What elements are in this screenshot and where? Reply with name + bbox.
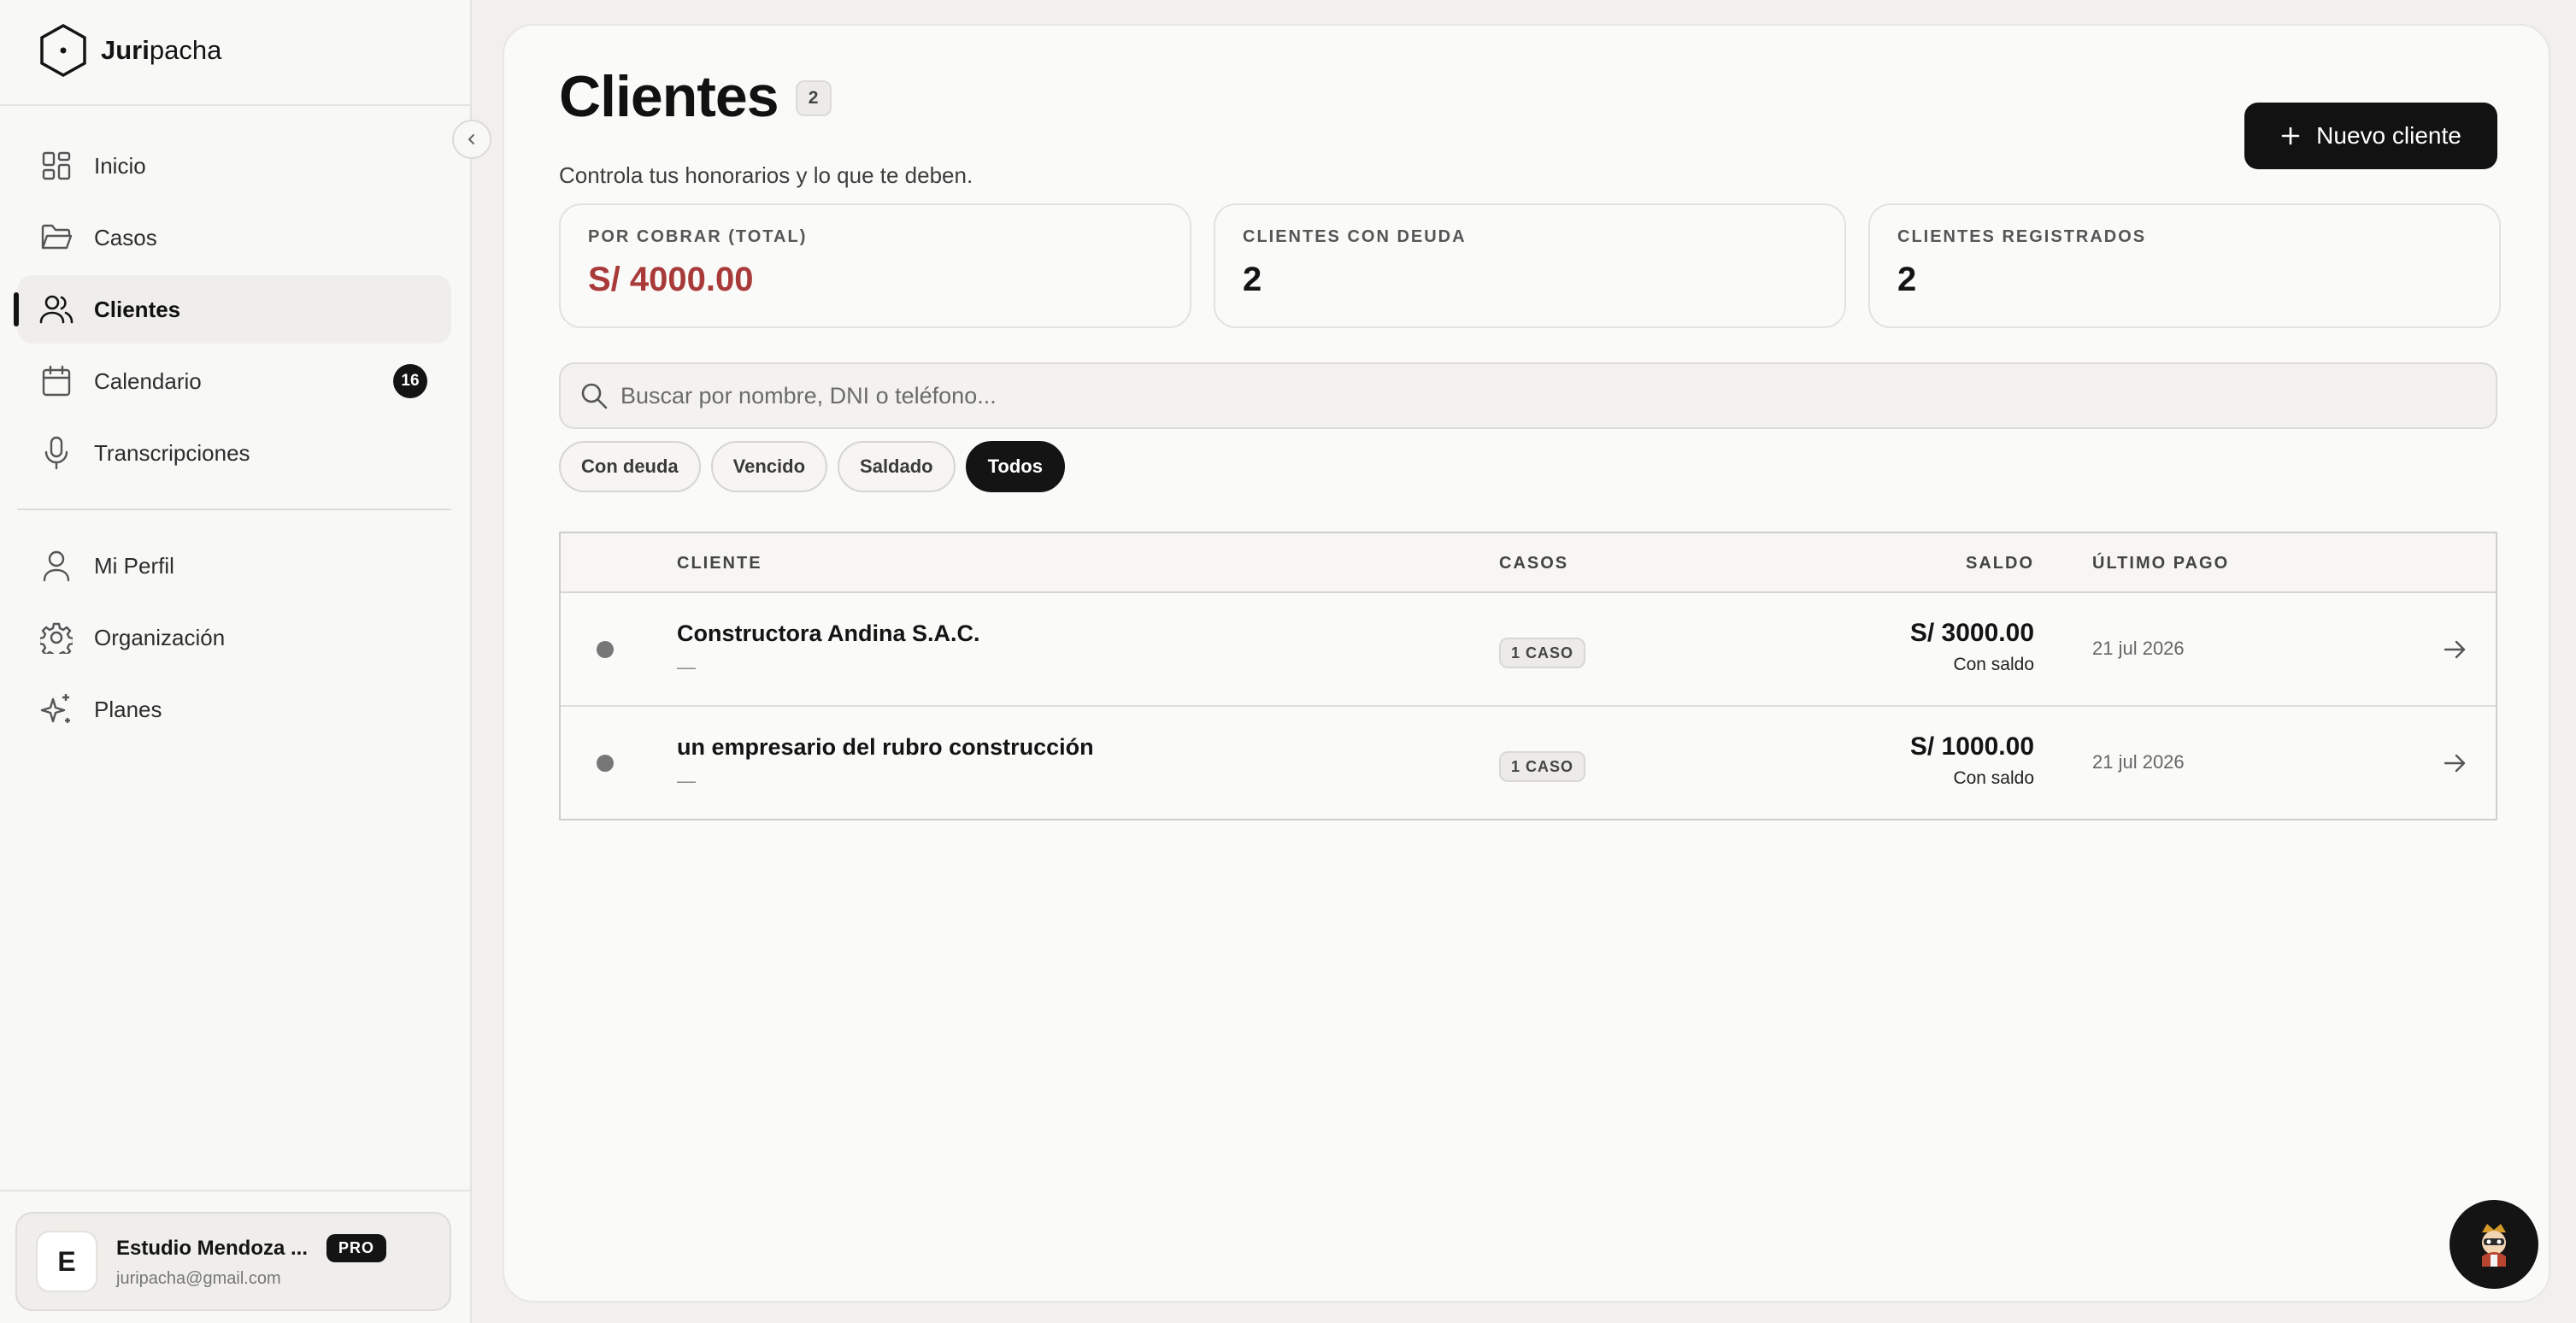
status-dot [597,755,614,772]
balance-status: Con saldo [1953,768,2034,788]
assistant-chat-button[interactable] [2450,1200,2538,1289]
sidebar-item-label: Casos [94,224,157,250]
stat-card-clients-with-debt: CLIENTES CON DEUDA 2 [1214,203,1846,328]
organization-name: Estudio Mendoza ... [116,1236,309,1260]
avatar: E [36,1231,97,1292]
stats-row: POR COBRAR (TOTAL) S/ 4000.00 CLIENTES C… [559,203,2501,328]
client-secondary-info: — [677,770,696,791]
hexagon-logo-icon [40,23,86,78]
filter-todos[interactable]: Todos [965,441,1065,492]
sidebar-item-label: Clientes [94,296,181,322]
assistant-mascot-icon [2482,1224,2506,1267]
page-title: Clientes [559,64,779,129]
search-input[interactable] [620,382,2330,409]
last-payment-date: 21 jul 2026 [2092,751,2185,773]
divider [0,104,472,106]
arrow-right-icon[interactable] [2439,748,2470,779]
stat-card-registered-clients: CLIENTES REGISTRADOS 2 [1868,203,2501,328]
calendar-icon [39,364,74,398]
sidebar-item-transcripciones[interactable]: Transcripciones [17,419,451,487]
column-header-balance[interactable]: SALDO [1966,554,2034,573]
sidebar-item-label: Inicio [94,152,146,179]
balance-cell: S/ 1000.00 Con saldo [1910,732,2034,789]
user-icon [39,549,74,583]
filter-saldado[interactable]: Saldado [838,441,956,492]
stat-value: 2 [1243,261,1262,298]
collapse-sidebar-button[interactable] [452,120,491,159]
divider [17,509,451,510]
search-icon [581,383,608,409]
users-icon [39,292,74,326]
main-nav: Inicio Casos Clientes Calendario 16 Tran… [14,132,451,491]
page-subtitle: Controla tus honorarios y lo que te debe… [559,162,973,188]
case-count-badge: 1 CASO [1499,638,1586,668]
sidebar-item-calendario[interactable]: Calendario 16 [17,347,451,415]
main-panel: Clientes 2 Controla tus honorarios y lo … [503,24,2550,1302]
case-count-badge: 1 CASO [1499,751,1586,782]
balance-amount: S/ 1000.00 [1909,732,2034,761]
chevron-left-icon [468,134,474,144]
column-header-client[interactable]: CLIENTE [677,554,762,573]
sidebar-item-label: Organización [94,624,226,650]
dashboard-icon [39,149,74,183]
filter-con-deuda[interactable]: Con deuda [559,441,701,492]
microphone-icon [39,436,74,470]
sidebar-item-planes[interactable]: Planes [17,675,451,744]
divider [0,1190,472,1191]
sidebar-item-label: Calendario [94,368,202,394]
gear-icon [39,620,74,655]
sidebar-item-clientes[interactable]: Clientes [14,275,451,344]
sidebar: Juripacha Inicio Casos Clientes Calendar… [0,0,491,1323]
plan-badge: PRO [326,1234,387,1262]
account-meta: Estudio Mendoza ... PRO juripacha@gmail.… [116,1234,387,1289]
page-header: Clientes 2 [559,63,832,130]
new-client-button[interactable]: Nuevo cliente [2244,103,2497,169]
brand-name: Juripacha [101,35,222,65]
stat-card-receivable: POR COBRAR (TOTAL) S/ 4000.00 [559,203,1191,328]
last-payment-date: 21 jul 2026 [2092,638,2185,659]
arrow-right-icon[interactable] [2439,634,2470,665]
client-name: Constructora Andina S.A.C. [677,620,980,646]
table-row[interactable]: Constructora Andina S.A.C. — 1 CASO S/ 3… [561,593,2496,707]
account-switcher[interactable]: E Estudio Mendoza ... PRO juripacha@gmai… [15,1212,451,1311]
table-row[interactable]: un empresario del rubro construcción — 1… [561,707,2496,820]
sidebar-item-label: Planes [94,696,162,722]
filter-vencido[interactable]: Vencido [710,441,828,492]
sidebar-item-organizacion[interactable]: Organización [17,603,451,672]
search-bar [559,362,2497,429]
stat-value: S/ 4000.00 [588,261,754,298]
folder-icon [39,220,74,255]
sidebar-item-label: Mi Perfil [94,552,174,579]
balance-cell: S/ 3000.00 Con saldo [1910,619,2034,675]
account-email: juripacha@gmail.com [116,1269,281,1288]
balance-status: Con saldo [1953,655,2034,674]
client-count-badge: 2 [795,80,832,116]
status-dot [597,641,614,658]
sidebar-item-mi-perfil[interactable]: Mi Perfil [17,532,451,600]
new-client-label: Nuevo cliente [2316,122,2461,149]
stat-label: CLIENTES CON DEUDA [1243,227,1467,246]
sparkles-icon [39,692,74,726]
sidebar-item-casos[interactable]: Casos [17,203,451,272]
column-header-cases[interactable]: CASOS [1499,554,1568,573]
plus-icon [2281,126,2300,145]
stat-value: 2 [1897,261,1917,298]
table-header: CLIENTE CASOS SALDO ÚLTIMO PAGO [561,533,2496,593]
clients-table: CLIENTE CASOS SALDO ÚLTIMO PAGO Construc… [559,532,2497,820]
client-secondary-info: — [677,656,696,678]
column-header-last-payment[interactable]: ÚLTIMO PAGO [2092,554,2229,573]
notification-count-badge: 16 [393,364,427,398]
sidebar-item-label: Transcripciones [94,439,250,466]
client-name: un empresario del rubro construcción [677,734,1094,760]
brand-logo-link[interactable]: Juripacha [39,22,221,79]
secondary-nav: Mi Perfil Organización Planes [17,532,451,747]
filter-chips: Con deuda Vencido Saldado Todos [559,441,1065,492]
stat-label: POR COBRAR (TOTAL) [588,227,808,246]
balance-amount: S/ 3000.00 [1909,619,2034,647]
stat-label: CLIENTES REGISTRADOS [1897,227,2147,246]
sidebar-item-inicio[interactable]: Inicio [17,132,451,200]
